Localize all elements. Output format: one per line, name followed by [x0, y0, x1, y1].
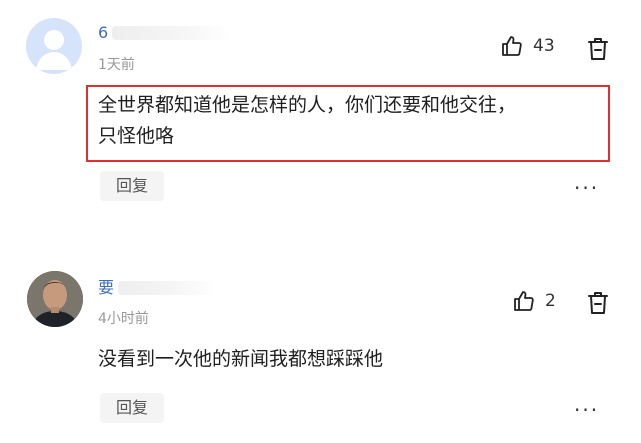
reply-button[interactable]: 回复 — [100, 171, 164, 201]
username-redacted — [118, 281, 218, 295]
more-dots-icon[interactable]: ··· — [574, 400, 599, 420]
timestamp: 1天前 — [98, 57, 135, 73]
thumbs-up-icon — [502, 36, 522, 56]
thumbs-up-icon — [514, 291, 534, 311]
user-photo-icon — [27, 271, 83, 327]
comment-text: 全世界都知道他是怎样的人，你们还要和他交往， 只怪他咯 — [98, 90, 516, 152]
comment-text-line: 只怪他咯 — [98, 125, 175, 147]
delete-button[interactable] — [586, 290, 610, 320]
comment-text: 没看到一次他的新闻我都想踩踩他 — [98, 348, 384, 370]
trash-icon — [588, 292, 608, 314]
reply-button[interactable]: 回复 — [100, 393, 164, 423]
more-dots-icon[interactable]: ··· — [574, 178, 599, 198]
like-count: 43 — [533, 36, 555, 56]
username[interactable]: 要 — [98, 279, 114, 297]
like-button[interactable]: 2 — [512, 289, 556, 313]
comment-item: 6 1天前 43 全世界都知道他是怎样的人，你们还要和他交往， 只怪他咯 回复 … — [0, 0, 641, 215]
delete-button[interactable] — [586, 36, 610, 66]
comment-item: 要 4小时前 2 没看到一次他的新闻我都想踩踩他 回复 ··· — [0, 255, 641, 443]
like-count: 2 — [545, 291, 556, 311]
avatar[interactable] — [27, 271, 83, 327]
username[interactable]: 6 — [98, 24, 108, 42]
username-redacted — [112, 26, 232, 40]
timestamp: 4小时前 — [98, 311, 149, 327]
like-button[interactable]: 43 — [500, 34, 555, 58]
comment-text-line: 全世界都知道他是怎样的人，你们还要和他交往， — [98, 94, 517, 116]
trash-icon — [588, 38, 608, 60]
avatar[interactable] — [26, 18, 82, 74]
default-avatar-icon — [36, 30, 72, 70]
